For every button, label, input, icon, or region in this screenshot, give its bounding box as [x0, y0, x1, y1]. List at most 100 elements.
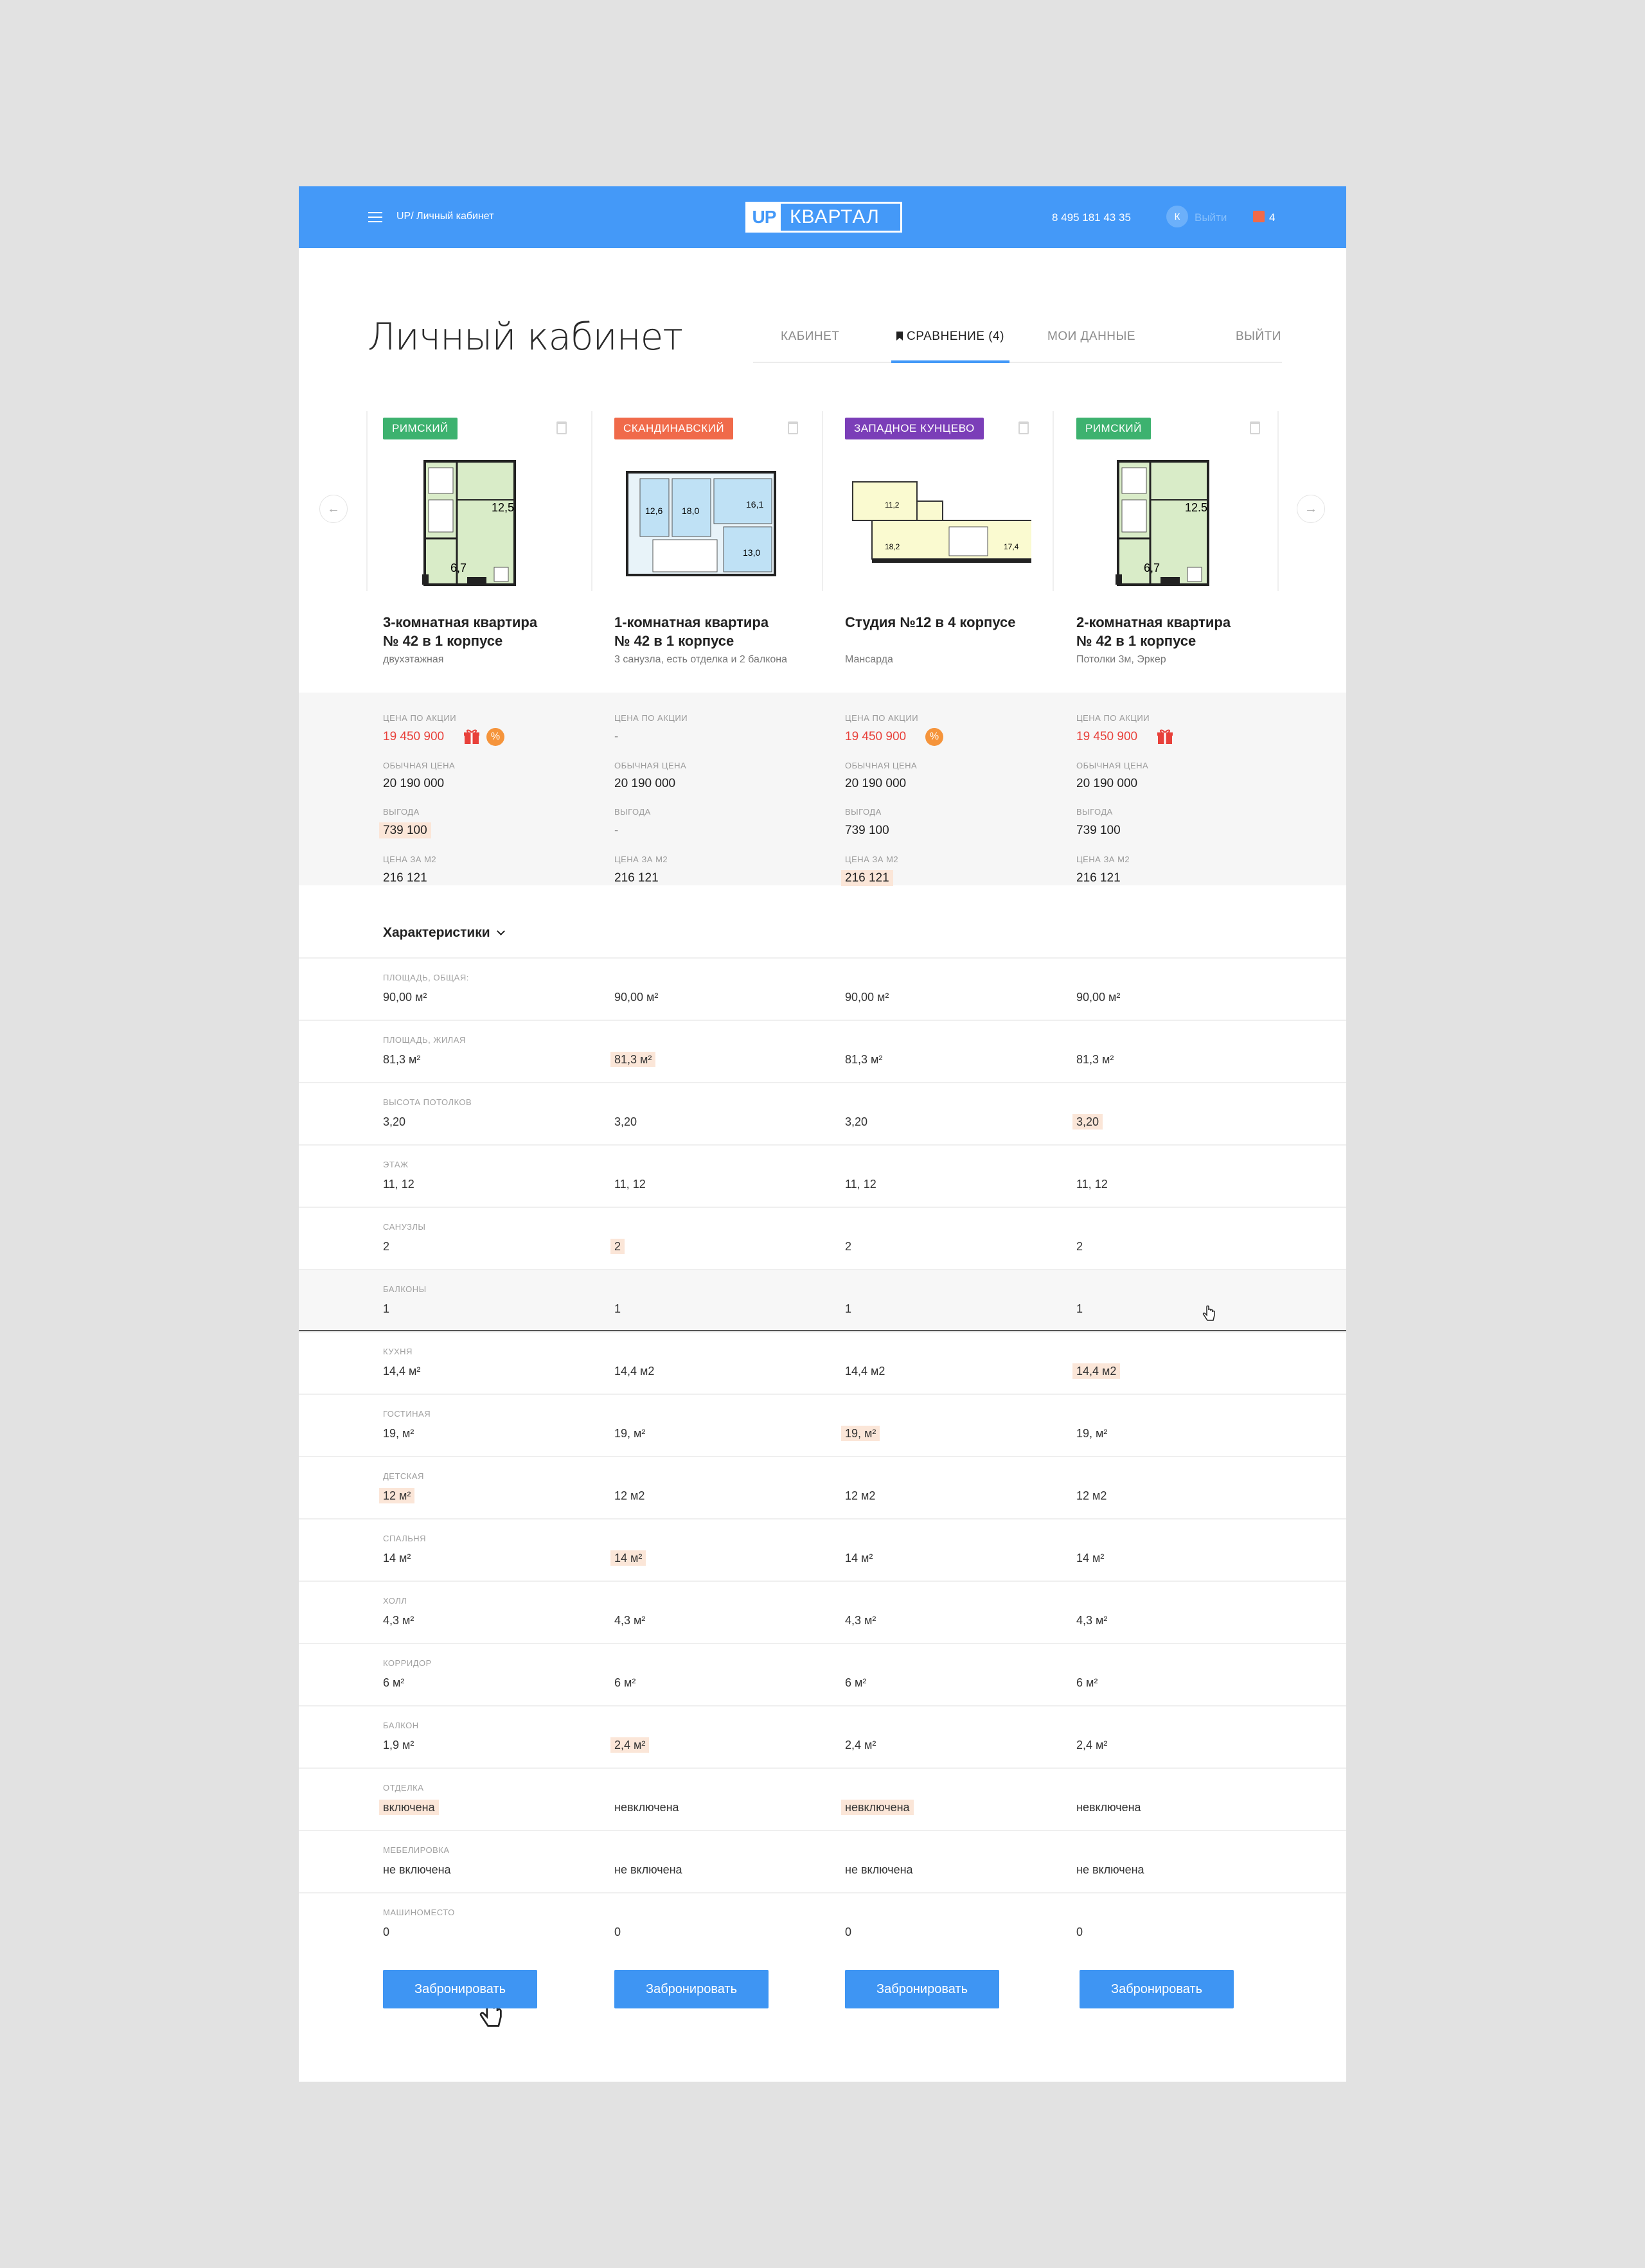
characteristic-value-text: 81,3 м² [610, 1052, 656, 1067]
phone-number[interactable]: 8 495 181 43 35 [1052, 211, 1131, 224]
logo[interactable]: UP КВАРТАЛ [745, 202, 902, 233]
menu-icon[interactable] [368, 212, 382, 222]
characteristic-value-text: 19, м² [383, 1427, 414, 1440]
characteristic-value-text: включена [379, 1800, 439, 1815]
tab-logout[interactable]: ВЫЙТИ [1236, 321, 1281, 363]
characteristic-value: 3,20 [383, 1115, 405, 1129]
compare-icon[interactable] [1253, 211, 1265, 222]
apartment-title[interactable]: 3-комнатная квартира № 42 в 1 корпусе [383, 613, 601, 650]
price-per-m2-text: 216 121 [383, 871, 427, 885]
characteristic-row: САНУЗЛЫ 2 2 2 2 [299, 1207, 1346, 1269]
benefit-value-text: - [614, 824, 619, 837]
floor-plan-image[interactable]: 12,6 18,0 16,1 13,0 [608, 456, 801, 591]
characteristic-value: 14,4 м² [383, 1365, 420, 1378]
characteristic-value: 81,3 м² [610, 1052, 656, 1067]
characteristic-value-text: 6 м² [1076, 1676, 1098, 1689]
characteristic-row: КУХНЯ 14,4 м² 14,4 м2 14,4 м2 14,4 м2 [299, 1331, 1346, 1394]
gift-icon[interactable] [463, 729, 480, 745]
promo-price-label: ЦЕНА ПО АКЦИИ [383, 713, 457, 723]
characteristic-value-text: 12 м2 [1076, 1489, 1107, 1502]
characteristic-value-text: 3,20 [1072, 1114, 1103, 1130]
apartment-title-line: 2-комнатная квартира [1076, 614, 1231, 630]
book-button[interactable]: Забронировать [614, 1970, 769, 2008]
characteristic-value: 19, м² [383, 1427, 414, 1440]
gift-icon[interactable] [1157, 729, 1173, 745]
floor-plan-image[interactable]: 11,2 18,2 17,4 [839, 456, 1033, 591]
carousel-prev-button[interactable]: ← [319, 495, 348, 523]
tab-compare[interactable]: СРАВНЕНИЕ (4) [891, 321, 1009, 363]
compare-count[interactable]: 4 [1269, 211, 1275, 224]
characteristic-row: СПАЛЬНЯ 14 м² 14 м² 14 м² 14 м² [299, 1518, 1346, 1581]
trash-icon[interactable] [556, 421, 567, 434]
building-badge[interactable]: РИМСКИЙ [1076, 418, 1151, 439]
svg-text:18,0: 18,0 [682, 506, 699, 516]
regular-price-label: ОБЫЧНАЯ ЦЕНА [845, 761, 918, 770]
characteristic-value-text: невключена [841, 1800, 914, 1815]
regular-price: 20 190 000 [1076, 777, 1137, 791]
characteristic-value-text: 1,9 м² [383, 1739, 414, 1751]
characteristic-value-text: невключена [1076, 1801, 1141, 1814]
arrow-left-icon: ← [327, 501, 340, 516]
trash-icon[interactable] [1018, 421, 1029, 434]
column-divider [822, 411, 823, 591]
tab-cabinet[interactable]: КАБИНЕТ [781, 321, 839, 363]
floor-plan-image[interactable]: 12.5 6,7 [1070, 456, 1263, 591]
characteristic-row: ХОЛЛ 4,3 м² 4,3 м² 4,3 м² 4,3 м² [299, 1581, 1346, 1643]
characteristic-value: 90,00 м² [1076, 991, 1120, 1004]
trash-icon[interactable] [788, 421, 798, 434]
regular-price: 20 190 000 [383, 777, 444, 791]
characteristic-label: САНУЗЛЫ [383, 1222, 426, 1232]
book-button[interactable]: Забронировать [383, 1970, 537, 2008]
tab-my-data[interactable]: МОИ ДАННЫЕ [1047, 321, 1135, 363]
characteristic-label: ДЕТСКАЯ [383, 1471, 424, 1481]
characteristic-value: 14,4 м2 [614, 1365, 654, 1378]
apartment-title[interactable]: Студия №12 в 4 корпусе [845, 613, 1063, 632]
svg-text:12,5: 12,5 [492, 501, 514, 514]
characteristic-value: не включена [614, 1863, 682, 1877]
avatar[interactable]: К [1166, 206, 1188, 227]
characteristic-value-text: 0 [383, 1926, 390, 1938]
breadcrumb[interactable]: UP/ Личный кабинет [396, 211, 494, 222]
characteristics-toggle[interactable]: Характеристики [383, 925, 505, 941]
characteristic-value-text: 6 м² [383, 1676, 405, 1689]
benefit-value-text: 739 100 [379, 822, 431, 838]
floor-plan-image[interactable]: 12,5 6,7 [377, 456, 569, 591]
benefit-value: - [614, 824, 618, 838]
building-badge[interactable]: СКАНДИНАВСКИЙ [614, 418, 734, 439]
carousel-next-button[interactable]: → [1297, 495, 1325, 523]
characteristic-value: 1 [383, 1302, 389, 1316]
characteristic-value: 90,00 м² [845, 991, 889, 1004]
promo-price: 19 450 900 [1076, 730, 1137, 744]
characteristic-value: 14 м² [383, 1552, 411, 1565]
characteristic-value: 90,00 м² [383, 991, 427, 1004]
promo-price-text: 19 450 900 [845, 730, 907, 743]
book-button[interactable]: Забронировать [845, 1970, 999, 2008]
svg-text:6,7: 6,7 [1144, 562, 1160, 574]
characteristic-value: 6 м² [383, 1676, 404, 1690]
sale-icon[interactable]: % [925, 728, 943, 746]
characteristic-row: ПЛОЩАДЬ, ЖИЛАЯ 81,3 м² 81,3 м² 81,3 м² 81,3 … [299, 1020, 1346, 1082]
building-badge[interactable]: РИМСКИЙ [383, 418, 458, 439]
characteristic-value-text: 14,4 м² [383, 1365, 421, 1378]
book-button[interactable]: Забронировать [1080, 1970, 1234, 2008]
apartment-title-line: Студия №12 в 4 корпусе [845, 614, 1016, 630]
sale-icon[interactable]: % [486, 728, 504, 746]
characteristic-value-text: 14 м² [610, 1550, 646, 1566]
regular-price: 20 190 000 [845, 777, 906, 791]
characteristic-value: 2,4 м² [610, 1737, 650, 1753]
price-per-m2: 216 121 [1076, 871, 1121, 885]
apartment-title[interactable]: 2-комнатная квартира № 42 в 1 корпусе [1076, 613, 1295, 650]
logout-link[interactable]: Выйти [1195, 211, 1227, 224]
trash-icon[interactable] [1250, 421, 1260, 434]
apartment-title[interactable]: 1-комнатная квартира № 42 в 1 корпусе [614, 613, 833, 650]
characteristic-value: 11, 12 [614, 1178, 646, 1191]
apartment-subtitle: Потолки 3м, Эркер [1076, 654, 1166, 665]
characteristic-value-text: 11, 12 [845, 1178, 876, 1191]
svg-text:11,2: 11,2 [885, 501, 900, 509]
benefit-value: 739 100 [1076, 824, 1121, 838]
promo-price: 19 450 900 [383, 730, 444, 744]
regular-price: 20 190 000 [614, 777, 675, 791]
characteristic-value-text: 14 м² [383, 1552, 411, 1564]
characteristic-value-text: 2 [845, 1240, 852, 1253]
building-badge[interactable]: ЗАПАДНОЕ КУНЦЕВО [845, 418, 984, 439]
